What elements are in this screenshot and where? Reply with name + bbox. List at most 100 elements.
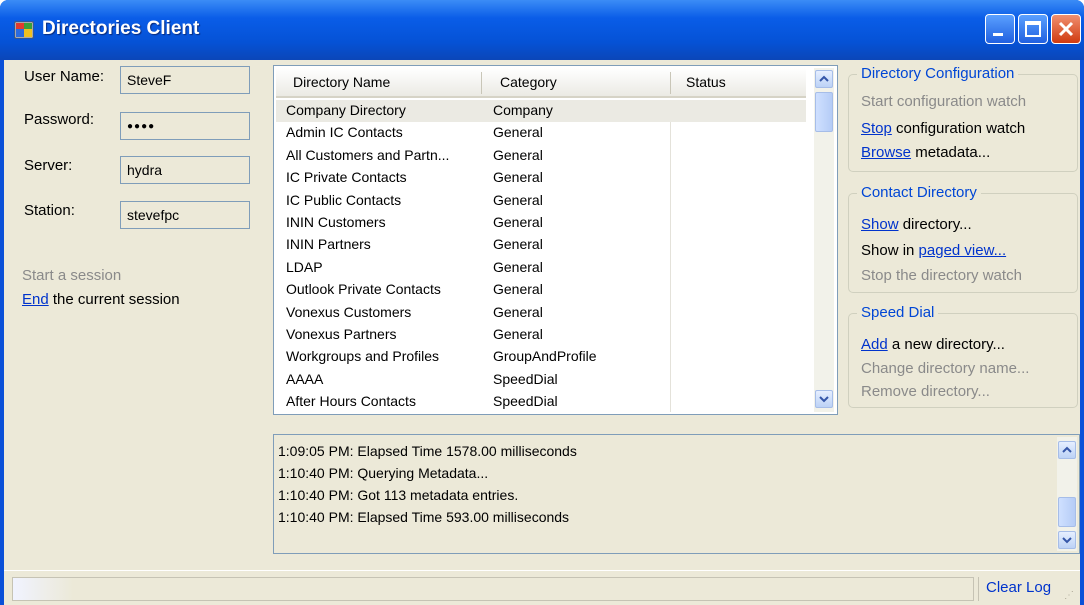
table-row[interactable]: Vonexus Partners General bbox=[276, 324, 806, 346]
minimize-icon bbox=[993, 33, 1003, 36]
column-divider[interactable] bbox=[670, 72, 671, 94]
remove-directory-link[interactable]: Remove directory... bbox=[861, 383, 990, 400]
table-row[interactable]: ININ Customers General bbox=[276, 212, 806, 234]
add-directory-text: a new directory... bbox=[887, 336, 1005, 353]
cell-category: General bbox=[493, 303, 543, 320]
log-scroll-up-button[interactable] bbox=[1058, 441, 1076, 459]
log-line: 1:10:40 PM: Got 113 metadata entries. bbox=[278, 487, 519, 503]
status-panel bbox=[12, 577, 974, 601]
stop-configuration-link[interactable]: Stop bbox=[861, 120, 892, 137]
browse-metadata-link[interactable]: Browse bbox=[861, 144, 911, 161]
cell-category: General bbox=[493, 213, 543, 230]
app-window: Directories Client User Name: SteveF Pas… bbox=[0, 0, 1084, 605]
cell-directory-name: Vonexus Partners bbox=[286, 325, 397, 342]
speed-dial-title: Speed Dial bbox=[857, 304, 939, 321]
directory-configuration-title: Directory Configuration bbox=[857, 65, 1019, 82]
table-row[interactable]: After Hours Contacts SpeedDial bbox=[276, 391, 806, 413]
cell-category: Company bbox=[493, 102, 553, 118]
log-scroll-thumb[interactable] bbox=[1058, 497, 1076, 527]
table-row[interactable]: AAAA SpeedDial bbox=[276, 369, 806, 391]
directory-configuration-group: Directory Configuration Start configurat… bbox=[848, 65, 1078, 172]
cell-category: General bbox=[493, 236, 543, 253]
cell-category: General bbox=[493, 124, 543, 141]
directory-grid[interactable]: Directory Name Category Status Company D… bbox=[273, 65, 838, 415]
start-session-link[interactable]: Start a session bbox=[22, 267, 121, 284]
end-session-link[interactable]: End bbox=[22, 291, 49, 308]
stop-directory-watch-link[interactable]: Stop the directory watch bbox=[861, 267, 1022, 284]
show-directory-row: Show directory... bbox=[861, 216, 972, 233]
browse-metadata-row: Browse metadata... bbox=[861, 144, 990, 161]
end-session-text: the current session bbox=[48, 291, 180, 308]
scroll-down-button[interactable] bbox=[815, 390, 833, 408]
cell-directory-name: LDAP bbox=[286, 258, 323, 275]
minimize-button[interactable] bbox=[985, 14, 1015, 44]
stop-configuration-text: configuration watch bbox=[891, 120, 1026, 137]
browse-metadata-text: metadata... bbox=[911, 144, 991, 161]
station-label: Station: bbox=[24, 202, 75, 219]
table-row[interactable]: Company Directory Company bbox=[276, 100, 806, 123]
contact-directory-group: Contact Directory Show directory... Show… bbox=[848, 184, 1078, 293]
change-directory-name-link[interactable]: Change directory name... bbox=[861, 360, 1029, 377]
column-header-directory-name[interactable]: Directory Name bbox=[293, 74, 390, 90]
log-scrollbar[interactable] bbox=[1057, 437, 1077, 551]
table-row[interactable]: Outlook Private Contacts General bbox=[276, 279, 806, 301]
paged-view-row: Show in paged view... bbox=[861, 242, 1006, 259]
add-directory-row: Add a new directory... bbox=[861, 336, 1005, 353]
chevron-up-icon bbox=[819, 75, 829, 82]
end-session-row: End the current session bbox=[22, 291, 180, 308]
server-label: Server: bbox=[24, 157, 73, 174]
maximize-button[interactable] bbox=[1018, 14, 1048, 44]
password-field[interactable]: ●●●● bbox=[120, 112, 250, 140]
grid-scrollbar[interactable] bbox=[814, 68, 834, 412]
cell-directory-name: Admin IC Contacts bbox=[286, 124, 403, 141]
table-row[interactable]: Vonexus Customers General bbox=[276, 302, 806, 324]
cell-directory-name: AAAA bbox=[286, 370, 324, 387]
add-directory-link[interactable]: Add bbox=[861, 336, 888, 353]
show-in-text: Show in bbox=[861, 242, 919, 259]
cell-directory-name: ININ Customers bbox=[286, 213, 386, 230]
cell-directory-name: Vonexus Customers bbox=[286, 303, 412, 320]
cell-category: General bbox=[493, 146, 543, 163]
cell-category: General bbox=[493, 191, 543, 208]
log-line: 1:10:40 PM: Querying Metadata... bbox=[278, 465, 489, 481]
cell-category: SpeedDial bbox=[493, 370, 558, 387]
table-row[interactable]: Workgroups and Profiles GroupAndProfile bbox=[276, 346, 806, 368]
cell-directory-name: Company Directory bbox=[286, 102, 406, 118]
column-header-category[interactable]: Category bbox=[500, 74, 557, 90]
table-row[interactable]: LDAP General bbox=[276, 257, 806, 279]
cell-directory-name: All Customers and Partn... bbox=[286, 146, 450, 163]
column-divider[interactable] bbox=[481, 72, 482, 94]
scroll-up-button[interactable] bbox=[815, 70, 833, 88]
column-header-status[interactable]: Status bbox=[686, 74, 726, 90]
resize-grip-icon[interactable]: ⋰ bbox=[1064, 590, 1074, 601]
server-field[interactable]: hydra bbox=[120, 156, 250, 184]
table-row[interactable]: ININ Partners General bbox=[276, 234, 806, 256]
clear-log-link[interactable]: Clear Log bbox=[986, 579, 1051, 596]
log-scroll-down-button[interactable] bbox=[1058, 531, 1076, 549]
station-field[interactable]: stevefpc bbox=[120, 201, 250, 229]
log-line: 1:09:05 PM: Elapsed Time 1578.00 millise… bbox=[278, 443, 577, 459]
cell-category: GroupAndProfile bbox=[493, 348, 597, 365]
log-textbox[interactable]: 1:09:05 PM: Elapsed Time 1578.00 millise… bbox=[273, 434, 1080, 554]
cell-directory-name: Outlook Private Contacts bbox=[286, 281, 441, 298]
title-bar[interactable]: Directories Client bbox=[0, 0, 1084, 60]
start-configuration-watch-link[interactable]: Start configuration watch bbox=[861, 93, 1026, 110]
close-button[interactable] bbox=[1051, 14, 1081, 44]
username-field[interactable]: SteveF bbox=[120, 66, 250, 94]
grid-header: Directory Name Category Status bbox=[276, 68, 806, 98]
username-label: User Name: bbox=[24, 68, 105, 85]
table-row[interactable]: IC Private Contacts General bbox=[276, 167, 806, 189]
scroll-thumb[interactable] bbox=[815, 92, 833, 132]
paged-view-link[interactable]: paged view... bbox=[919, 242, 1007, 259]
table-row[interactable]: All Customers and Partn... General bbox=[276, 145, 806, 167]
maximize-icon bbox=[1025, 21, 1041, 37]
cell-category: SpeedDial bbox=[493, 393, 558, 410]
cell-directory-name: Workgroups and Profiles bbox=[286, 348, 440, 365]
table-row[interactable]: IC Public Contacts General bbox=[276, 190, 806, 212]
close-icon bbox=[1058, 21, 1074, 37]
table-row[interactable]: Admin IC Contacts General bbox=[276, 122, 806, 144]
show-directory-link[interactable]: Show bbox=[861, 216, 899, 233]
contact-directory-title: Contact Directory bbox=[857, 184, 981, 201]
status-divider bbox=[978, 577, 979, 601]
stop-configuration-row: Stop configuration watch bbox=[861, 120, 1025, 137]
